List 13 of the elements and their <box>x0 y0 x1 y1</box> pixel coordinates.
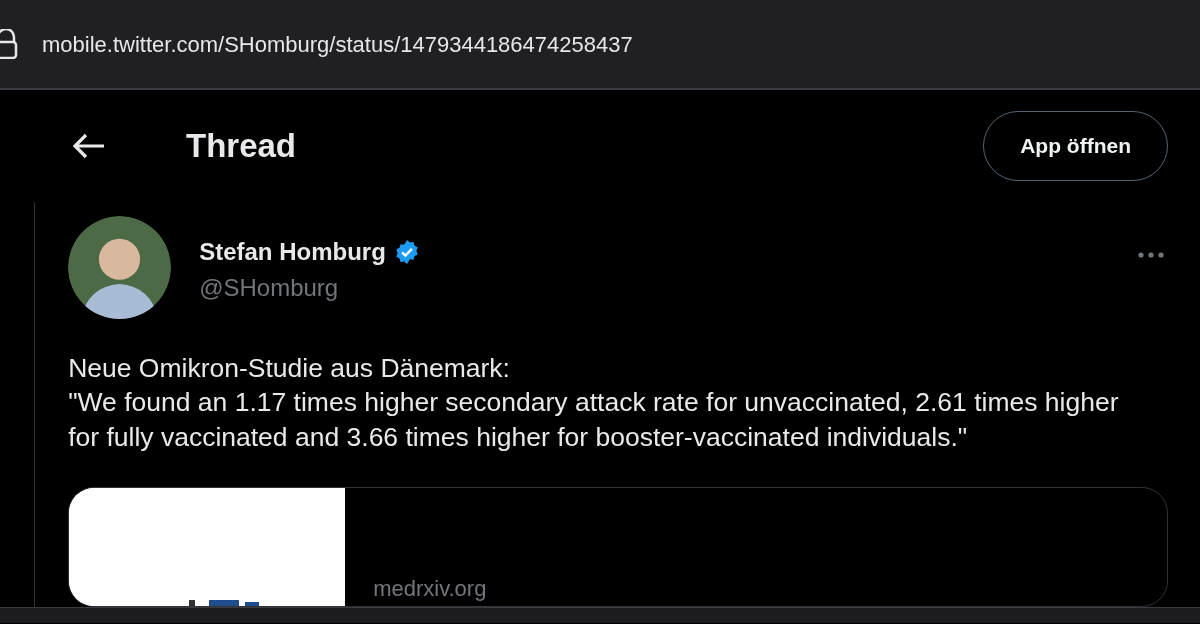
tweet-text: "We found an 1.17 times higher secondary attack rate for unvaccinated, 2.61 times higher for fully vaccinated and 3.66 times higher for booster-vaccinated individuals." <box>68 386 1120 454</box>
link-card[interactable]: medrxiv.org <box>68 487 1168 607</box>
author-handle[interactable]: @SHomburg <box>199 270 420 306</box>
more-icon[interactable] <box>1138 252 1164 258</box>
link-domain: medrxiv.org <box>373 575 487 602</box>
back-arrow-icon[interactable] <box>72 133 106 159</box>
lock-icon <box>0 29 18 59</box>
avatar[interactable] <box>68 216 172 319</box>
tweet-text: Neue Omikron-Studie aus Dänemark: <box>68 352 511 385</box>
address-bar[interactable]: mobile.twitter.com/SHomburg/status/1479344186474258437 <box>0 0 1200 90</box>
author-name[interactable]: Stefan Homburg <box>199 234 386 270</box>
page-title: Thread <box>186 126 297 167</box>
url-text[interactable]: mobile.twitter.com/SHomburg/status/1479344186474258437 <box>42 27 633 61</box>
